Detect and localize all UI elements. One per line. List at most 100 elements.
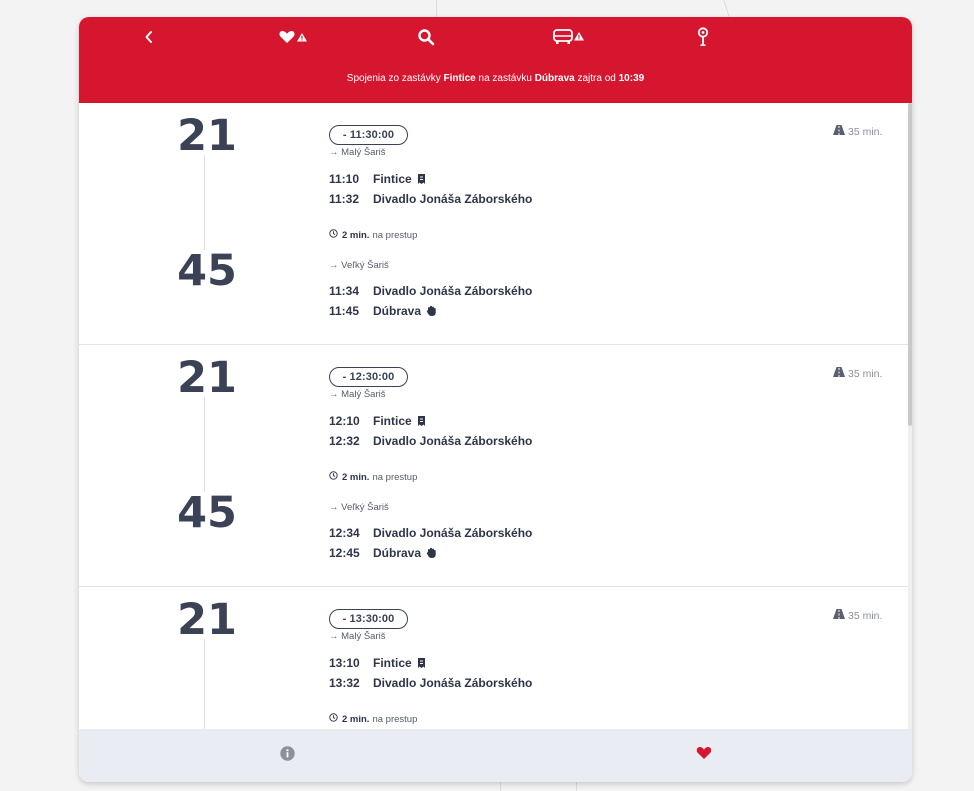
stop-name: Divadlo Jonáša Záborského — [373, 676, 533, 690]
route-number: 45 — [177, 488, 237, 538]
road-icon — [833, 125, 845, 138]
trip-duration: 35 min. — [833, 125, 882, 138]
ticket-request-icon — [417, 173, 426, 185]
header-bar: Spojenia zo zastávky Fintice na zastávku… — [79, 17, 912, 103]
direction: → Malý Šariš — [329, 631, 386, 642]
stop-time: 12:45 — [329, 546, 360, 560]
ticket-request-icon — [417, 415, 426, 427]
stop-time: 11:34 — [329, 284, 360, 298]
transfer-info: 2 min. na prestup — [329, 229, 417, 241]
arrival-stop: 11:45 Dúbrava — [329, 304, 437, 318]
duration-text: 35 min. — [848, 367, 883, 380]
connection-item[interactable]: 21 45 - 12:30:00 → Malý Šariš 12:10 Fint… — [79, 345, 908, 587]
arrival-stop: 12:45 Dúbrava — [329, 546, 437, 560]
connection-item[interactable]: 21 - 13:30:00 → Malý Šariš 13:10 Fintice… — [79, 587, 908, 729]
road-icon — [833, 609, 845, 622]
favorites-alert-icon — [278, 29, 310, 45]
stop-time: 12:34 — [329, 526, 360, 540]
departure-stop: 13:10 Fintice — [329, 656, 426, 670]
departure-stop: 11:10 Fintice — [329, 172, 426, 186]
road-icon — [833, 367, 845, 380]
departure-stop: 11:34 Divadlo Jonáša Záborského — [329, 284, 532, 298]
timeline-line — [204, 155, 205, 250]
direction: → Veľký Šariš — [329, 260, 389, 271]
subtitle-day: zajtra od — [577, 73, 616, 84]
stop-name: Fintice — [373, 414, 412, 428]
from-stop: Fintice — [443, 73, 476, 84]
list-scrollbar[interactable] — [908, 103, 912, 729]
bus-alerts-button[interactable] — [551, 23, 587, 51]
search-summary: Spojenia zo zastávky Fintice na zastávku… — [79, 73, 912, 84]
arrival-stop: 11:32 Divadlo Jonáša Záborského — [329, 192, 532, 206]
stop-name: Divadlo Jonáša Záborského — [373, 526, 533, 540]
transfer-info: 2 min. na prestup — [329, 713, 417, 725]
clock-icon — [329, 229, 338, 241]
stop-name: Dúbrava — [373, 546, 422, 560]
map-background-line — [576, 782, 577, 791]
trip-duration: 35 min. — [833, 367, 882, 380]
timeline-line — [204, 639, 205, 729]
transfer-minutes: 2 min. — [342, 713, 370, 725]
stop-name: Fintice — [373, 656, 412, 670]
departure-stop: 12:10 Fintice — [329, 414, 426, 428]
info-icon — [279, 745, 295, 766]
connection-item[interactable]: 21 45 - 11:30:00 → Malý Šariš 11:10 Fint… — [79, 103, 908, 345]
heart-icon — [696, 746, 712, 765]
map-background-line — [436, 0, 437, 17]
back-button[interactable] — [139, 23, 159, 51]
stop-time: 11:32 — [329, 192, 360, 206]
departure-badge: - 11:30:00 — [329, 125, 408, 145]
trip-duration: 35 min. — [833, 609, 882, 622]
transfer-info: 2 min. na prestup — [329, 471, 417, 483]
stop-pin-icon — [697, 27, 709, 47]
add-favorite-button[interactable] — [694, 729, 714, 782]
subtitle-mid: na zastávku — [478, 73, 532, 84]
clock-icon — [329, 471, 338, 483]
favorites-button[interactable] — [277, 23, 311, 51]
search-button[interactable] — [415, 23, 437, 51]
map-background-line — [723, 0, 730, 17]
bus-alert-icon — [552, 28, 586, 46]
back-icon — [144, 30, 154, 44]
departure-badge: - 13:30:00 — [329, 609, 408, 629]
stop-time: 12:32 — [329, 434, 360, 448]
arrival-stop: 12:32 Divadlo Jonáša Záborského — [329, 434, 532, 448]
direction: → Veľký Šariš — [329, 502, 389, 513]
search-icon — [417, 28, 435, 46]
stop-name: Divadlo Jonáša Záborského — [373, 434, 533, 448]
stops-button[interactable] — [695, 23, 711, 51]
duration-text: 35 min. — [848, 125, 883, 138]
transfer-minutes: 2 min. — [342, 471, 370, 483]
direction: → Malý Šariš — [329, 389, 386, 400]
timeline-line — [204, 397, 205, 492]
clock-icon — [329, 713, 338, 725]
transfer-label: na prestup — [372, 471, 418, 483]
arrival-stop: 13:32 Divadlo Jonáša Záborského — [329, 676, 532, 690]
hand-stop-icon — [426, 547, 437, 559]
stop-name: Fintice — [373, 172, 412, 186]
duration-text: 35 min. — [848, 609, 883, 622]
transfer-label: na prestup — [372, 229, 418, 241]
info-button[interactable] — [277, 729, 297, 782]
route-number: 21 — [177, 595, 237, 645]
stop-time: 12:10 — [329, 414, 360, 428]
connections-list[interactable]: 21 45 - 11:30:00 → Malý Šariš 11:10 Fint… — [79, 103, 908, 729]
stop-name: Dúbrava — [373, 304, 422, 318]
scrollbar-thumb[interactable] — [908, 103, 912, 426]
departure-stop: 12:34 Divadlo Jonáša Záborského — [329, 526, 532, 540]
direction: → Malý Šariš — [329, 147, 386, 158]
stop-time: 13:32 — [329, 676, 360, 690]
connections-panel: Spojenia zo zastávky Fintice na zastávku… — [79, 17, 912, 782]
hand-stop-icon — [426, 305, 437, 317]
stop-time: 13:10 — [329, 656, 360, 670]
transfer-label: na prestup — [372, 713, 418, 725]
to-stop: Dúbrava — [534, 73, 575, 84]
stop-name: Divadlo Jonáša Záborského — [373, 284, 533, 298]
departure-time: 10:39 — [618, 73, 645, 84]
route-number: 45 — [177, 246, 237, 296]
stop-name: Divadlo Jonáša Záborského — [373, 192, 533, 206]
transfer-minutes: 2 min. — [342, 229, 370, 241]
route-number: 21 — [177, 353, 237, 403]
footer-bar — [79, 729, 912, 782]
subtitle-prefix: Spojenia zo zastávky — [346, 73, 441, 84]
